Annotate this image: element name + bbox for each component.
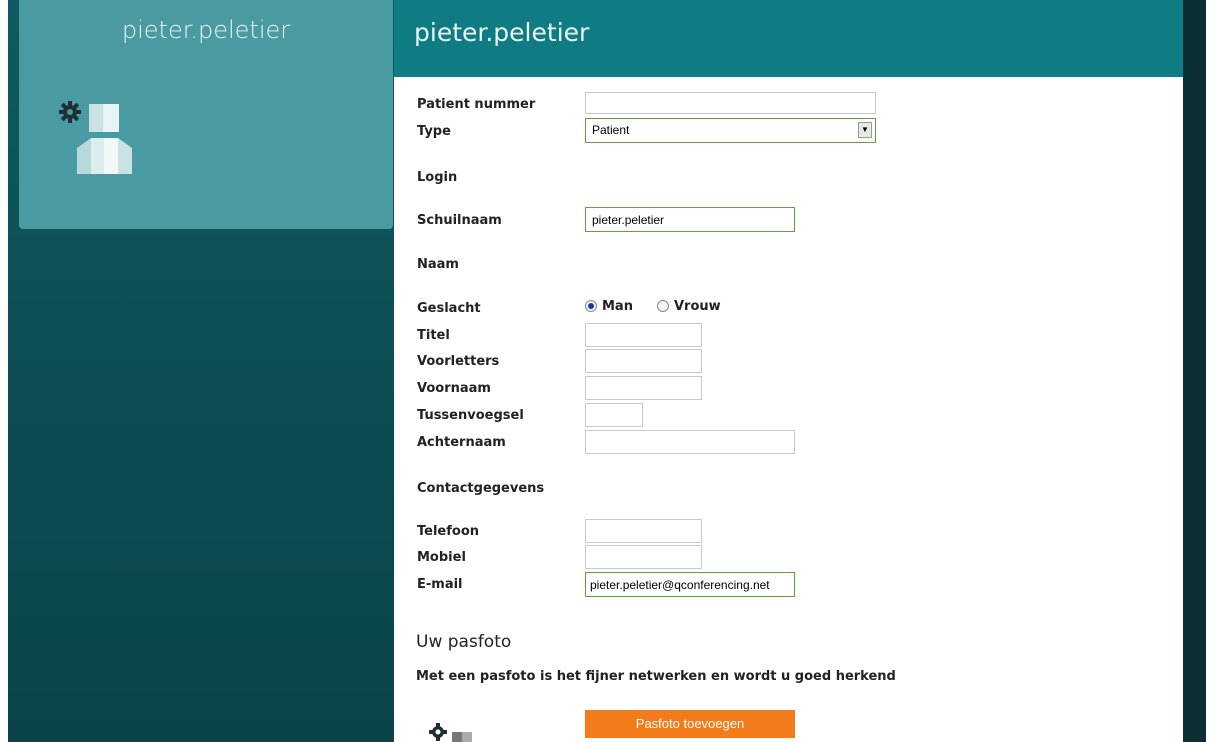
avatar-with-gear-icon xyxy=(57,98,137,178)
login-section-heading: Login xyxy=(417,170,458,185)
profile-card-title: pieter.peletier xyxy=(121,16,291,44)
radio-vrouw-label: Vrouw xyxy=(674,299,721,314)
voornaam-input[interactable] xyxy=(585,376,702,400)
add-photo-button[interactable]: Pasfoto toevoegen xyxy=(585,710,795,738)
photo-description: Met een pasfoto is het fijner netwerken … xyxy=(416,669,896,684)
radio-vrouw-button[interactable] xyxy=(657,300,669,312)
achternaam-input[interactable] xyxy=(585,430,795,454)
avatar-placeholder-icon xyxy=(428,722,488,742)
voorletters-label: Voorletters xyxy=(417,354,500,369)
schuilnaam-label: Schuilnaam xyxy=(417,213,502,228)
tussenvoegsel-input[interactable] xyxy=(585,403,643,427)
patient-nummer-input[interactable] xyxy=(585,92,876,114)
telefoon-input[interactable] xyxy=(585,519,702,543)
contact-section-heading: Contactgegevens xyxy=(417,481,545,496)
patient-nummer-label: Patient nummer xyxy=(417,97,536,112)
voornaam-label: Voornaam xyxy=(417,381,491,396)
mobiel-label: Mobiel xyxy=(417,550,466,565)
type-select-value: Patient xyxy=(592,123,630,137)
voorletters-input[interactable] xyxy=(585,349,702,373)
left-edge xyxy=(0,0,8,742)
panel-header: pieter.peletier xyxy=(394,0,1183,77)
achternaam-label: Achternaam xyxy=(417,435,506,450)
type-select[interactable]: Patient ▼ xyxy=(585,118,876,143)
naam-section-heading: Naam xyxy=(417,257,459,272)
radio-man-label: Man xyxy=(602,299,633,314)
profile-card: pieter.peletier xyxy=(19,0,393,229)
type-label: Type xyxy=(417,124,451,139)
email-label: E-mail xyxy=(417,577,463,592)
titel-label: Titel xyxy=(417,328,450,343)
chevron-down-icon[interactable]: ▼ xyxy=(858,122,872,138)
mobiel-input[interactable] xyxy=(585,545,702,569)
panel-title: pieter.peletier xyxy=(414,18,590,47)
titel-input[interactable] xyxy=(585,323,702,347)
radio-man-button[interactable] xyxy=(585,300,597,312)
telefoon-label: Telefoon xyxy=(417,524,480,539)
geslacht-label: Geslacht xyxy=(417,301,481,316)
tussenvoegsel-label: Tussenvoegsel xyxy=(417,408,524,423)
email-input[interactable]: pieter.peletier@qconferencing.net xyxy=(585,572,795,597)
photo-heading: Uw pasfoto xyxy=(416,632,512,652)
schuilnaam-input[interactable]: pieter.peletier xyxy=(585,207,795,232)
profile-form-panel: pieter.peletier Patient nummer Type Pati… xyxy=(394,0,1183,742)
